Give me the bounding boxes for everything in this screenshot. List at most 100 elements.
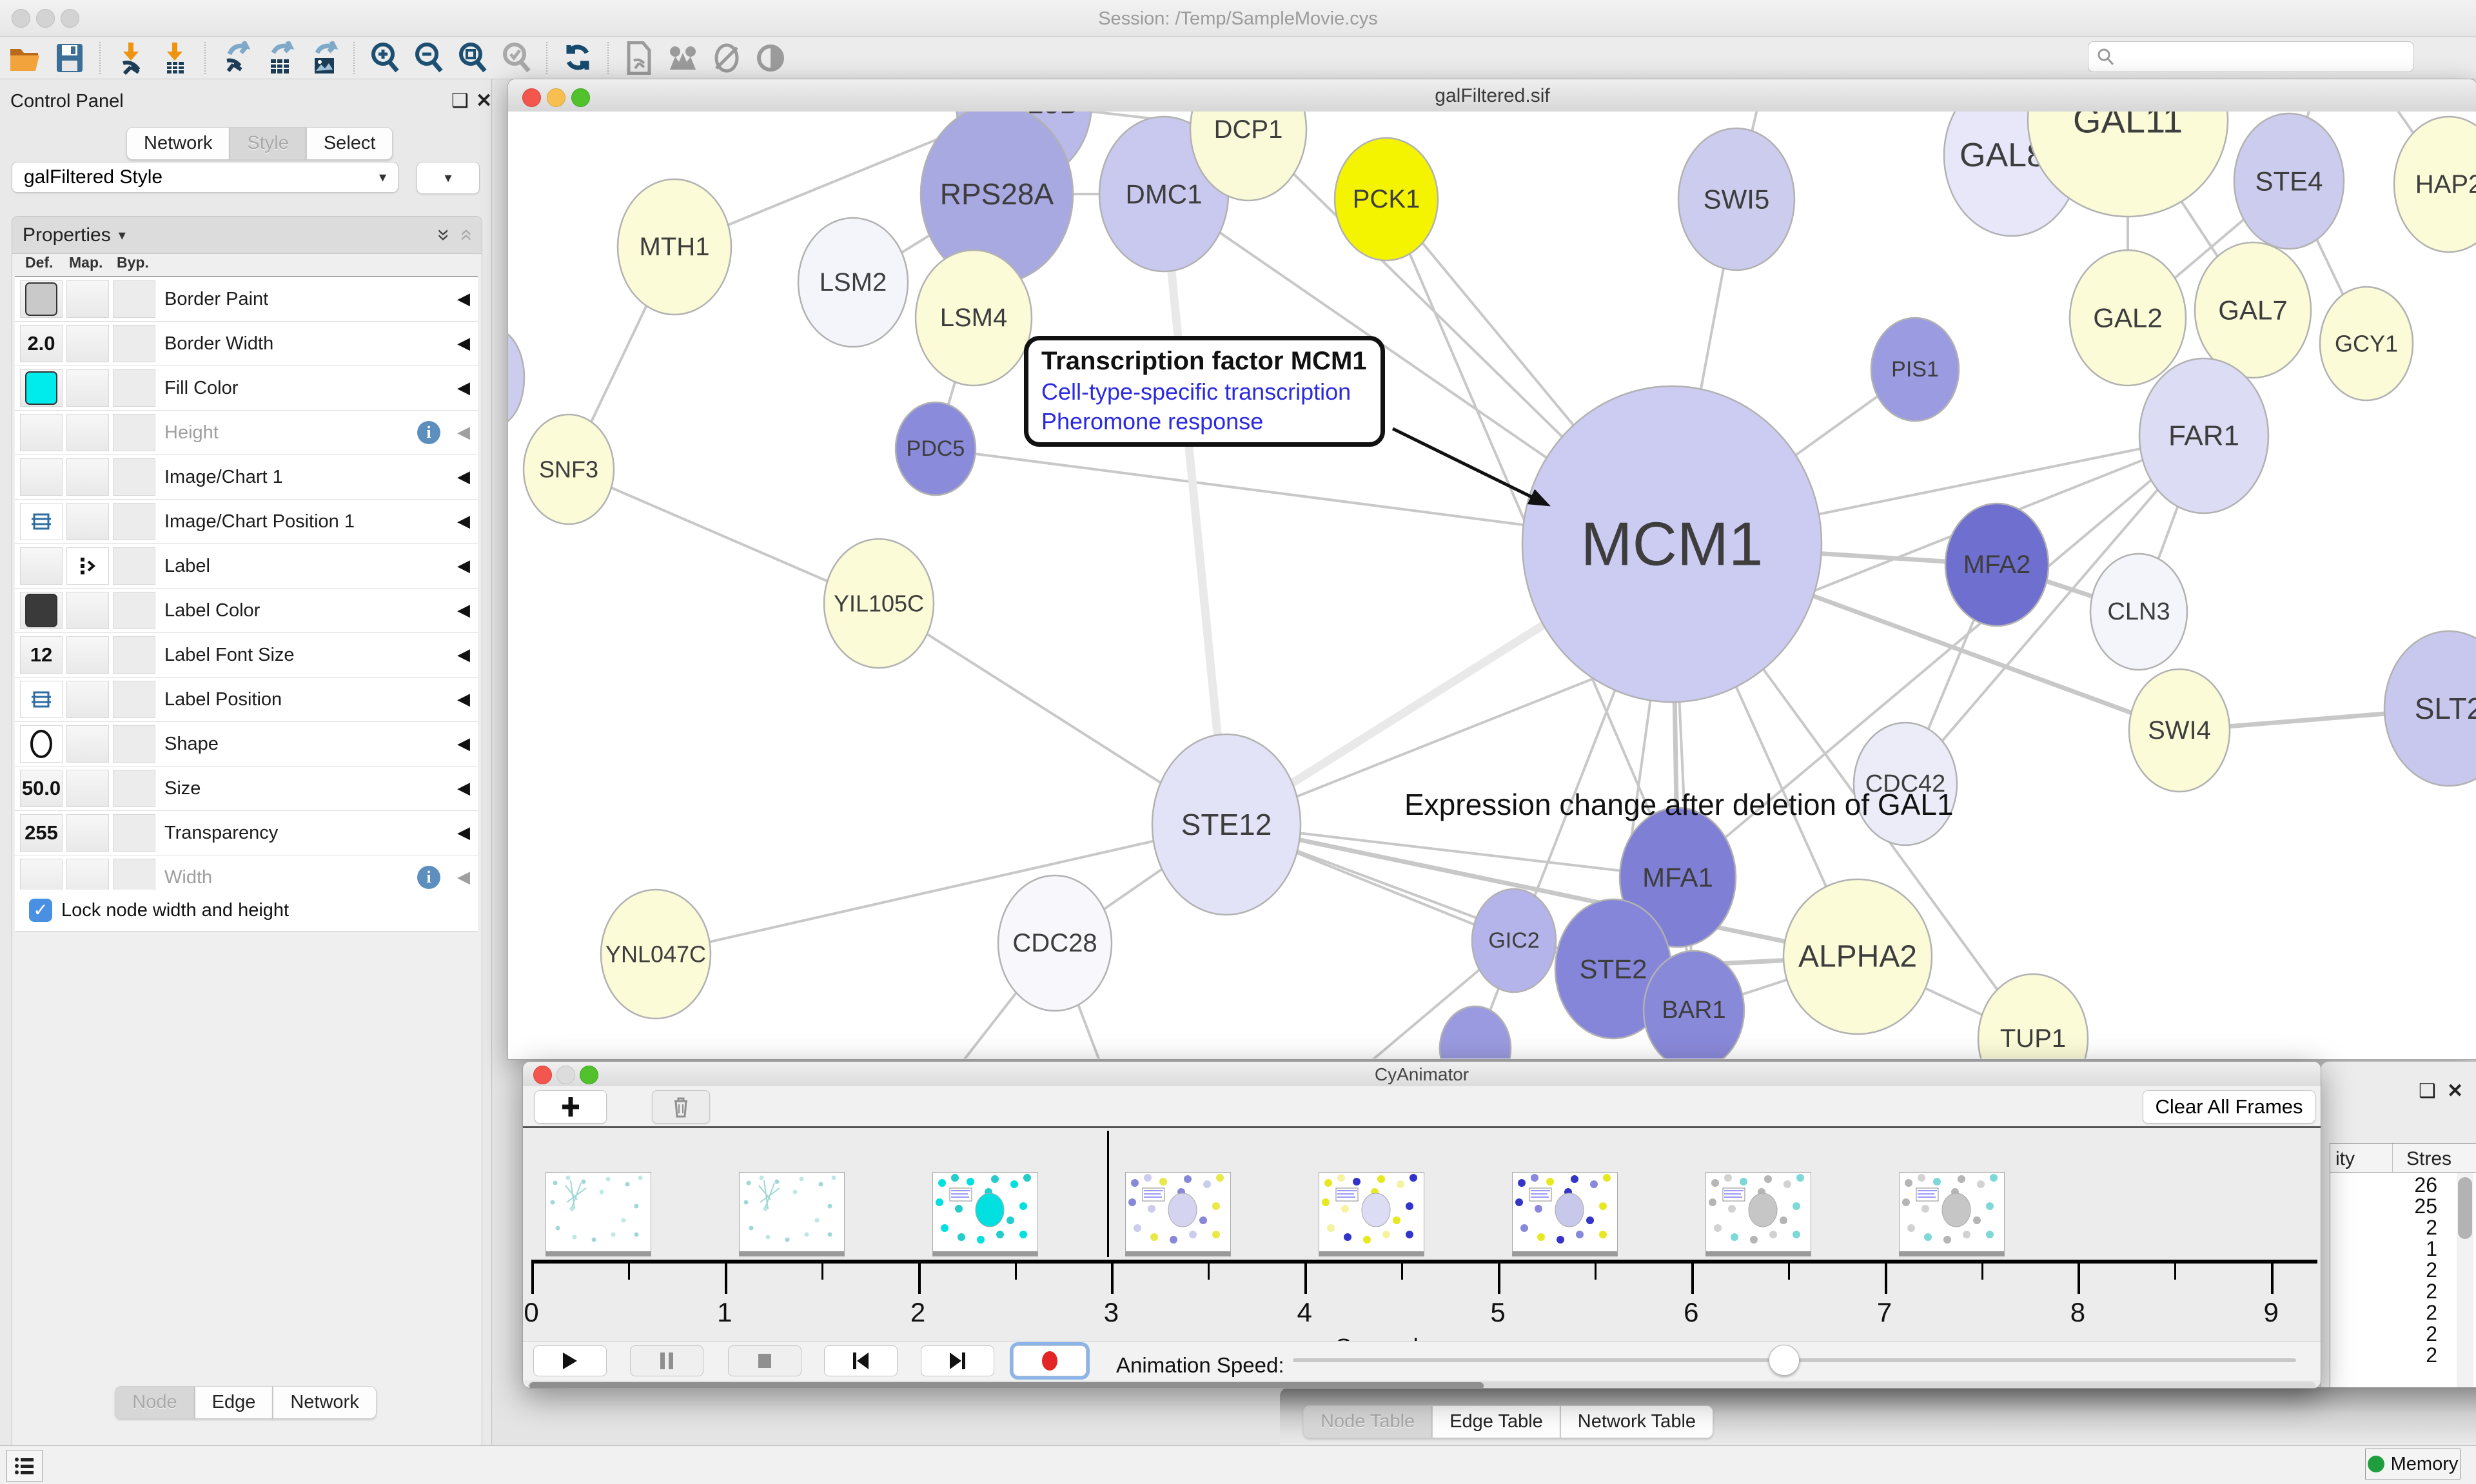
network-node-PCK1[interactable]: PCK1 [1335, 138, 1438, 260]
property-mapping-cell[interactable] [66, 369, 109, 407]
record-button[interactable] [1013, 1345, 1086, 1376]
annotation-link-2[interactable]: Pheromone response [1041, 408, 1380, 435]
property-default-cell[interactable] [20, 414, 63, 451]
tab-network[interactable]: Network [273, 1386, 376, 1419]
network-node-STE4[interactable]: STE4 [2234, 113, 2344, 249]
table-row[interactable]: 2 [2330, 1301, 2457, 1322]
delete-frame-button[interactable] [652, 1090, 710, 1124]
property-mapping-cell[interactable] [66, 636, 109, 674]
network-node-STE12[interactable]: STE12 [1152, 734, 1301, 915]
node-table[interactable]: ity Stres 26252122222 [2330, 1143, 2476, 1397]
property-row-image-chart-position-1[interactable]: Image/Chart Position 1◀ [15, 500, 478, 544]
table-scrollbar[interactable] [2457, 1173, 2473, 1392]
property-mapping-cell[interactable] [66, 725, 109, 763]
column-stress[interactable]: Stres [2406, 1148, 2451, 1170]
network-node-CDC42[interactable]: CDC42 [1854, 723, 1957, 845]
annotation-box[interactable]: Transcription factor MCM1 Cell-type-spec… [1024, 336, 1385, 447]
play-button[interactable] [533, 1345, 607, 1376]
property-bypass-cell[interactable] [113, 592, 155, 629]
property-bypass-cell[interactable] [113, 814, 155, 852]
expand-property-icon[interactable]: ◀ [457, 467, 470, 487]
search-input[interactable] [2116, 46, 2402, 68]
frame-thumbnail[interactable] [1512, 1172, 1618, 1256]
property-default-cell[interactable]: 2.0 [20, 325, 63, 362]
property-default-cell[interactable] [20, 725, 63, 763]
property-bypass-cell[interactable] [113, 369, 155, 407]
tab-network-table[interactable]: Network Table [1560, 1405, 1713, 1438]
property-row-transparency[interactable]: 255Transparency◀ [15, 811, 478, 855]
show-eye-icon[interactable] [752, 39, 789, 77]
property-default-cell[interactable] [20, 592, 63, 629]
search-field[interactable] [2088, 41, 2414, 72]
frame-thumbnail[interactable] [1125, 1172, 1231, 1256]
duplicate-network-icon[interactable] [620, 39, 658, 77]
network-node-YNL047C[interactable]: YNL047C [601, 890, 711, 1019]
properties-header[interactable]: Properties ▾ » » [12, 217, 482, 254]
network-node-GAL7[interactable]: GAL7 [2195, 242, 2311, 378]
zoom-selected-icon[interactable] [498, 39, 535, 77]
property-mapping-cell[interactable] [66, 325, 109, 362]
tab-node-table[interactable]: Node Table [1303, 1405, 1432, 1438]
expand-property-icon[interactable]: ◀ [457, 823, 470, 843]
property-row-height[interactable]: Heighti◀ [15, 411, 478, 455]
speed-slider-thumb[interactable] [1769, 1345, 1800, 1376]
property-mapping-cell[interactable] [66, 503, 109, 540]
export-network-icon[interactable] [217, 39, 255, 77]
property-mapping-cell[interactable] [66, 592, 109, 629]
table-row[interactable]: 2 [2330, 1216, 2457, 1237]
expand-property-icon[interactable]: ◀ [457, 289, 470, 309]
zoom-fit-icon[interactable] [454, 39, 491, 77]
cyanimator-scrollbar[interactable] [528, 1381, 2315, 1389]
skip-to-start-button[interactable] [824, 1345, 898, 1376]
refresh-icon[interactable] [559, 39, 596, 77]
style-selector[interactable]: galFiltered Style ▾ [12, 162, 398, 193]
tab-edge[interactable]: Edge [195, 1386, 273, 1419]
property-mapping-cell[interactable] [66, 770, 109, 807]
network-node-HAP2[interactable]: HAP2 [2394, 117, 2476, 252]
network-node-YIL105C[interactable]: YIL105C [824, 539, 934, 668]
table-scrollbar-thumb[interactable] [2458, 1177, 2472, 1239]
network-node-PDC5[interactable]: PDC5 [896, 402, 976, 495]
network-caption[interactable]: Expression change after deletion of GAL1 [1404, 787, 2036, 822]
network-window-titlebar[interactable]: galFiltered.sif [508, 79, 2476, 112]
expand-property-icon[interactable]: ◀ [457, 378, 470, 398]
network-node-MTH1[interactable]: MTH1 [618, 179, 731, 315]
expand-property-icon[interactable]: ◀ [457, 645, 470, 665]
hide-icon[interactable] [708, 39, 745, 77]
property-row-label-position[interactable]: Label Position◀ [15, 678, 478, 722]
task-list-button[interactable] [6, 1450, 43, 1482]
cyanimator-scrollbar-thumb[interactable] [529, 1382, 1484, 1389]
network-canvas[interactable]: RPS28BRPS28ADMC1DCP1PCK1SWI5GAL80GAL11ST… [508, 112, 2476, 1059]
network-node-CLN3[interactable]: CLN3 [2090, 554, 2187, 670]
table-row[interactable]: 26 [2330, 1173, 2457, 1195]
property-mapping-cell[interactable] [66, 280, 109, 318]
property-default-cell[interactable] [20, 369, 63, 407]
expand-property-icon[interactable]: ◀ [457, 689, 470, 709]
expand-property-icon[interactable]: ◀ [457, 556, 470, 576]
network-node-CDC28[interactable]: CDC28 [998, 875, 1112, 1011]
property-bypass-cell[interactable] [113, 725, 155, 763]
table-row[interactable]: 1 [2330, 1237, 2457, 1258]
expand-property-icon[interactable]: ◀ [457, 333, 470, 353]
property-row-border-paint[interactable]: Border Paint◀ [15, 277, 478, 322]
export-table-icon[interactable] [261, 39, 299, 77]
skip-to-end-button[interactable] [921, 1345, 994, 1376]
tab-network[interactable]: Network [126, 127, 230, 160]
stop-button[interactable] [728, 1345, 801, 1376]
network-node-GAL2[interactable]: GAL2 [2070, 250, 2186, 386]
table-row[interactable]: 25 [2330, 1195, 2457, 1216]
expand-property-icon[interactable]: ◀ [457, 600, 470, 620]
expand-property-icon[interactable]: ◀ [457, 734, 470, 754]
tab-style[interactable]: Style [230, 127, 306, 160]
property-bypass-cell[interactable] [113, 681, 155, 718]
property-mapping-cell[interactable] [66, 414, 109, 451]
network-node-LSM4[interactable]: LSM4 [916, 250, 1032, 386]
network-node-SWI5[interactable]: SWI5 [1678, 128, 1794, 270]
property-default-cell[interactable] [20, 547, 63, 585]
network-node-PIS1[interactable]: PIS1 [1871, 318, 1959, 421]
zoom-in-icon[interactable] [366, 39, 404, 77]
property-bypass-cell[interactable] [113, 636, 155, 674]
network-node-GCY1[interactable]: GCY1 [2320, 287, 2413, 400]
timeline-area[interactable]: 0123456789 Seconds [523, 1128, 2321, 1341]
property-bypass-cell[interactable] [113, 414, 155, 451]
